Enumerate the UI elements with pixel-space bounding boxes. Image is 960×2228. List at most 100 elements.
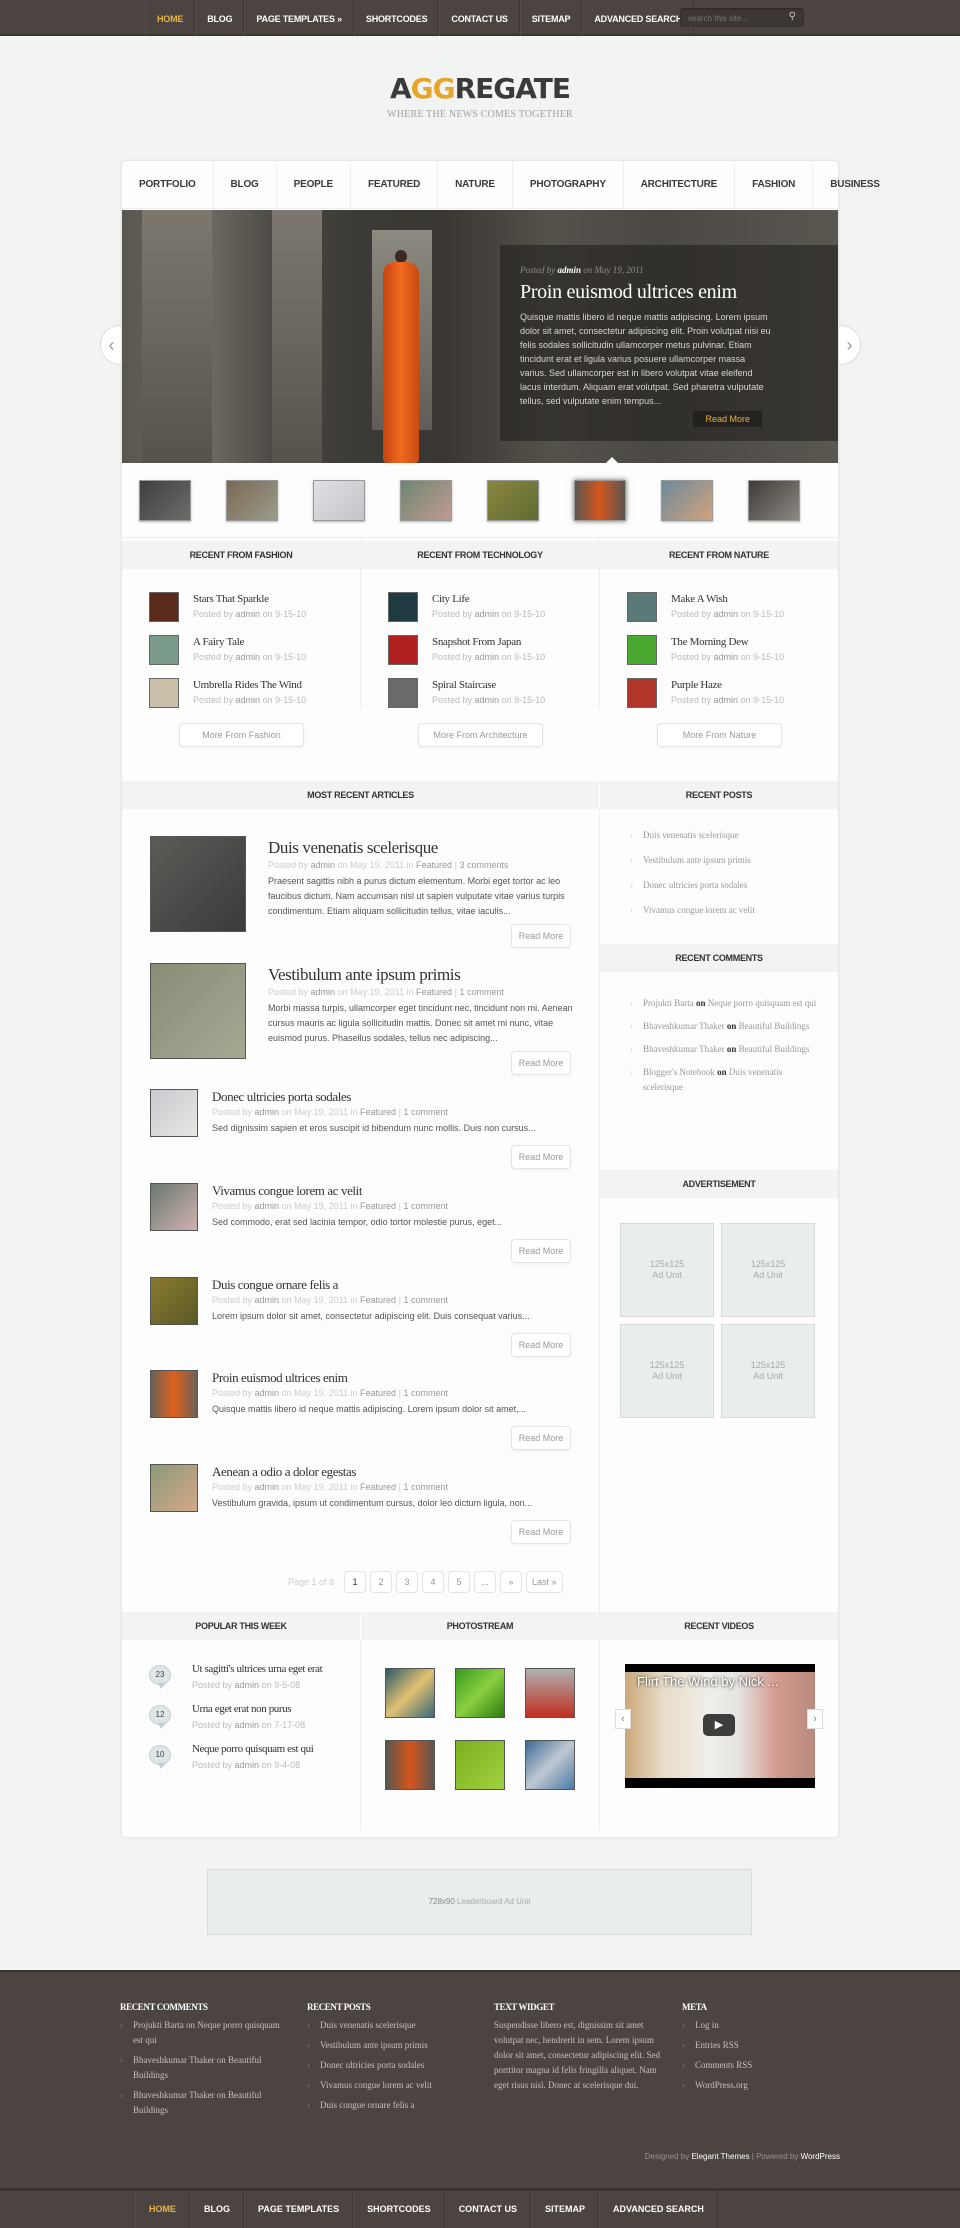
- footer-meta-link[interactable]: Comments RSS: [682, 2058, 842, 2073]
- sidebar-recent-post[interactable]: Vivamus congue lorem ac velit: [630, 903, 755, 918]
- article-comments[interactable]: 1 comment: [403, 1388, 448, 1398]
- article-comments[interactable]: 1 comment: [403, 1482, 448, 1492]
- article-author[interactable]: admin: [311, 987, 336, 997]
- photostream-thumbnail[interactable]: [525, 1668, 575, 1718]
- article-category[interactable]: Featured: [360, 1201, 396, 1211]
- post-author[interactable]: admin: [236, 609, 261, 619]
- post-thumbnail[interactable]: [149, 678, 179, 708]
- search-input[interactable]: [680, 10, 780, 27]
- category-nav-item[interactable]: BUSINESS: [813, 161, 898, 208]
- photostream-thumbnail[interactable]: [385, 1668, 435, 1718]
- article-comments[interactable]: 1 comment: [403, 1201, 448, 1211]
- comment-post-link[interactable]: Beautiful Buildings: [739, 1044, 810, 1054]
- page-link[interactable]: 3: [396, 1571, 419, 1593]
- page-link[interactable]: »: [500, 1571, 523, 1593]
- footer-comment-item[interactable]: Projukti Barta on Neque porro quisquam e…: [120, 2018, 290, 2048]
- search-icon[interactable]: ⚲: [789, 11, 796, 22]
- category-nav-item[interactable]: FEATURED: [351, 161, 439, 208]
- post-thumbnail[interactable]: [627, 592, 657, 622]
- post-title[interactable]: Spiral Staircase: [432, 679, 496, 691]
- article-title[interactable]: Vestibulum ante ipsum primis: [268, 965, 461, 985]
- post-thumbnail[interactable]: [388, 592, 418, 622]
- category-nav-item[interactable]: PEOPLE: [277, 161, 351, 208]
- slide-title[interactable]: Proin euismod ultrices enim: [520, 281, 737, 304]
- site-logo[interactable]: AGGREGATE: [0, 72, 960, 105]
- read-more-button[interactable]: Read More: [511, 1520, 571, 1544]
- slider-next-button[interactable]: ›: [839, 325, 861, 365]
- category-nav-item[interactable]: PHOTOGRAPHY »: [513, 161, 624, 238]
- bottom-nav-item[interactable]: PAGE TEMPLATES: [244, 2191, 354, 2228]
- read-more-button[interactable]: Read More: [511, 924, 571, 948]
- page-link[interactable]: 4: [422, 1571, 445, 1593]
- sidebar-recent-post[interactable]: Donec ultricies porta sodales: [630, 878, 755, 893]
- article-author[interactable]: admin: [255, 1295, 280, 1305]
- article-title[interactable]: Duis congue ornare felis a: [212, 1277, 338, 1293]
- ad-unit[interactable]: 125x125 Ad Unit: [620, 1324, 714, 1418]
- photostream-thumbnail[interactable]: [525, 1740, 575, 1790]
- post-title[interactable]: Umbrella Rides The Wind: [193, 679, 302, 691]
- slider-thumbnail[interactable]: [139, 480, 191, 521]
- popular-author[interactable]: admin: [235, 1760, 260, 1770]
- comment-author[interactable]: Blogger's Notebook: [643, 1067, 715, 1077]
- article-author[interactable]: admin: [255, 1482, 280, 1492]
- page-link[interactable]: 1: [344, 1571, 367, 1593]
- top-nav-item[interactable]: PAGE TEMPLATES »: [244, 0, 354, 36]
- top-nav-item[interactable]: ADVANCED SEARCH: [582, 0, 695, 36]
- top-nav-item[interactable]: CONTACT US: [439, 0, 520, 36]
- article-thumbnail[interactable]: [150, 963, 246, 1059]
- page-link[interactable]: 5: [448, 1571, 471, 1593]
- post-author[interactable]: admin: [475, 609, 500, 619]
- footer-meta-link[interactable]: WordPress.org: [682, 2078, 842, 2093]
- footer-post-item[interactable]: Vestibulum ante ipsum primis: [307, 2038, 477, 2053]
- comment-author[interactable]: Bhaveshkumar Thaker: [643, 1021, 725, 1031]
- post-thumbnail[interactable]: [388, 635, 418, 665]
- bottom-nav-item[interactable]: SITEMAP: [531, 2191, 600, 2228]
- play-button[interactable]: ▶: [703, 1714, 735, 1736]
- popular-author[interactable]: admin: [235, 1680, 260, 1690]
- read-more-button[interactable]: Read More: [511, 1333, 571, 1357]
- post-title[interactable]: Snapshot From Japan: [432, 636, 521, 648]
- slider-thumbnail[interactable]: [748, 480, 800, 521]
- category-nav-item[interactable]: PORTFOLIO: [122, 161, 214, 208]
- footer-post-item[interactable]: Duis venenatis scelerisque: [307, 2018, 477, 2033]
- video-player[interactable]: Flirt The Wind by Nick ... ▶: [625, 1664, 815, 1788]
- post-author[interactable]: admin: [714, 652, 739, 662]
- article-title[interactable]: Proin euismod ultrices enim: [212, 1370, 348, 1386]
- page-link[interactable]: ...: [474, 1571, 497, 1593]
- category-nav-item[interactable]: FASHION: [735, 161, 814, 208]
- video-next-button[interactable]: ›: [807, 1709, 823, 1729]
- photostream-thumbnail[interactable]: [455, 1740, 505, 1790]
- platform-link[interactable]: WordPress: [801, 2152, 840, 2161]
- article-title[interactable]: Vivamus congue lorem ac velit: [212, 1183, 362, 1199]
- slider-prev-button[interactable]: ‹: [100, 325, 122, 365]
- slider-thumbnail[interactable]: [487, 480, 539, 521]
- sidebar-recent-post[interactable]: Duis venenatis scelerisque: [630, 828, 755, 843]
- article-thumbnail[interactable]: [150, 1183, 198, 1231]
- top-nav-item[interactable]: SITEMAP: [519, 0, 583, 36]
- comment-author[interactable]: Projukti Barta: [643, 998, 694, 1008]
- ad-unit[interactable]: 125x125 Ad Unit: [721, 1223, 815, 1317]
- popular-author[interactable]: admin: [235, 1720, 260, 1730]
- post-author[interactable]: admin: [475, 695, 500, 705]
- slider-thumbnail[interactable]: [400, 480, 452, 521]
- post-author[interactable]: admin: [714, 609, 739, 619]
- popular-title[interactable]: Urna eget erat non purus: [192, 1703, 292, 1715]
- popular-title[interactable]: Ut sagitti's ultrices urna eget erat: [192, 1663, 323, 1675]
- leaderboard-ad[interactable]: 728x90 Leaderboard Ad Unit: [207, 1869, 752, 1935]
- article-comments[interactable]: 3 comments: [459, 860, 508, 870]
- more-button[interactable]: More From Nature: [657, 723, 782, 747]
- photostream-thumbnail[interactable]: [455, 1668, 505, 1718]
- slide-author[interactable]: admin: [558, 265, 582, 275]
- post-title[interactable]: Purple Haze: [671, 679, 722, 691]
- bottom-nav-item[interactable]: ADVANCED SEARCH: [599, 2191, 718, 2228]
- footer-comment-item[interactable]: Bhaveshkumar Thaker on Beautiful Buildin…: [120, 2088, 290, 2118]
- video-prev-button[interactable]: ‹: [615, 1709, 631, 1729]
- bottom-nav-item[interactable]: HOME: [135, 2191, 190, 2228]
- page-link[interactable]: 2: [370, 1571, 393, 1593]
- article-author[interactable]: admin: [311, 860, 336, 870]
- category-nav-item[interactable]: BLOG: [214, 161, 277, 208]
- footer-meta-link[interactable]: Log in: [682, 2018, 842, 2033]
- article-category[interactable]: Featured: [416, 860, 452, 870]
- article-author[interactable]: admin: [255, 1388, 280, 1398]
- post-title[interactable]: The Morning Dew: [671, 636, 749, 648]
